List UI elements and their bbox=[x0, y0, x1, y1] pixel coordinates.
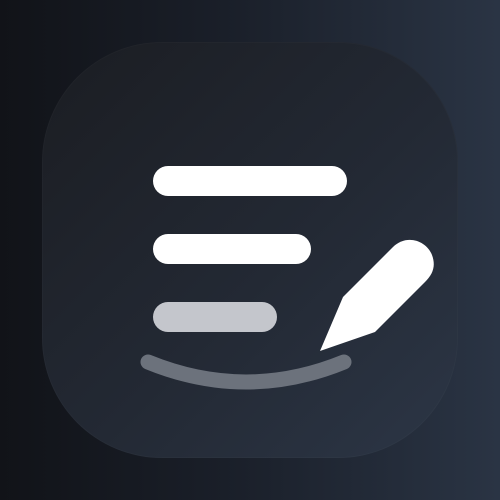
notes-edit-icon bbox=[140, 166, 434, 390]
app-icon-canvas bbox=[0, 0, 500, 500]
underline-curve bbox=[140, 354, 352, 390]
pencil-icon bbox=[320, 239, 434, 351]
